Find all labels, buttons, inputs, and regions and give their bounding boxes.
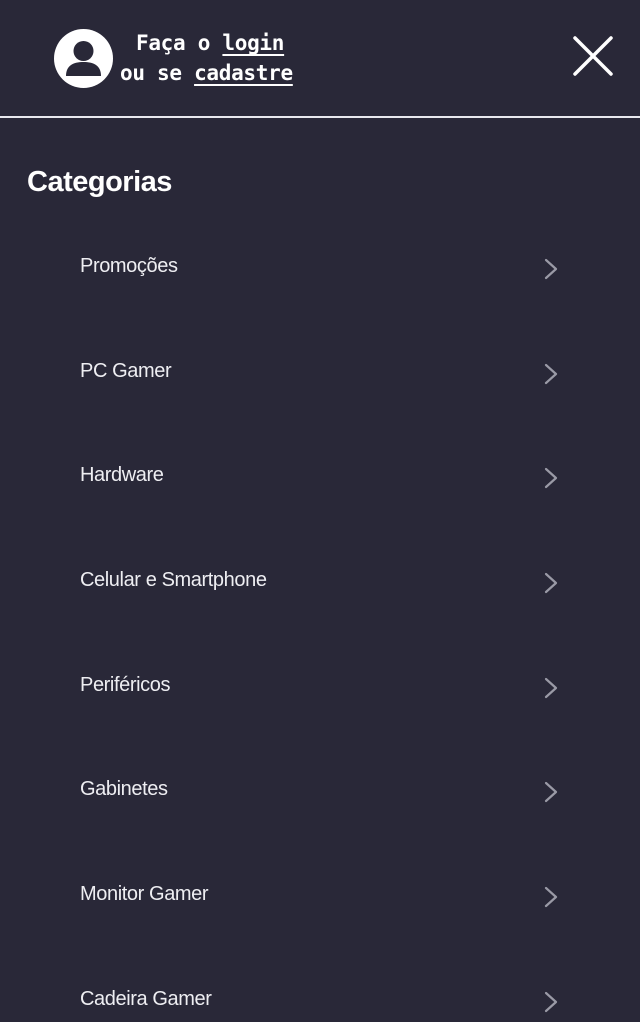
- category-item-promocoes[interactable]: Promoções: [0, 216, 640, 321]
- category-label: Promoções: [80, 255, 178, 277]
- chevron-right-icon: [541, 989, 561, 1015]
- header-divider: [0, 116, 640, 118]
- category-item-pc-gamer[interactable]: PC Gamer: [0, 321, 640, 426]
- user-avatar-icon[interactable]: [54, 29, 113, 88]
- category-item-perifericos[interactable]: Periféricos: [0, 635, 640, 740]
- signup-link[interactable]: cadastre: [194, 61, 293, 85]
- login-line: Faça o login: [120, 28, 320, 58]
- category-label: PC Gamer: [80, 359, 172, 382]
- close-button[interactable]: [570, 33, 616, 79]
- category-item-gabinetes[interactable]: Gabinetes: [0, 739, 640, 844]
- category-item-celular-smartphone[interactable]: Celular e Smartphone: [0, 530, 640, 635]
- chevron-right-icon: [541, 675, 561, 701]
- chevron-right-icon: [541, 256, 561, 282]
- category-label: Gabinetes: [80, 778, 168, 801]
- signup-line: ou se cadastre: [120, 58, 320, 88]
- category-item-hardware[interactable]: Hardware: [0, 425, 640, 530]
- category-item-cadeira-gamer[interactable]: Cadeira Gamer: [0, 949, 640, 1022]
- chevron-right-icon: [541, 779, 561, 805]
- chevron-right-icon: [541, 465, 561, 491]
- close-icon: [573, 36, 613, 76]
- category-label: Celular e Smartphone: [80, 569, 267, 592]
- category-label: Hardware: [80, 464, 164, 487]
- chevron-right-icon: [541, 361, 561, 387]
- category-label: Periféricos: [80, 673, 171, 696]
- signup-prompt-prefix: ou se: [120, 61, 182, 85]
- category-list: Promoções PC Gamer Hardware Celular e Sm…: [0, 216, 640, 1022]
- categories-title: Categorias: [27, 166, 172, 198]
- login-prompt-prefix: Faça o: [136, 31, 211, 55]
- login-prompt: Faça o login ou se cadastre: [120, 28, 320, 88]
- chevron-right-icon: [541, 884, 561, 910]
- category-label: Monitor Gamer: [80, 883, 209, 906]
- category-label: Cadeira Gamer: [80, 987, 212, 1010]
- login-link[interactable]: login: [222, 31, 284, 55]
- chevron-right-icon: [541, 570, 561, 596]
- category-item-monitor-gamer[interactable]: Monitor Gamer: [0, 844, 640, 949]
- menu-header: Faça o login ou se cadastre: [0, 0, 640, 117]
